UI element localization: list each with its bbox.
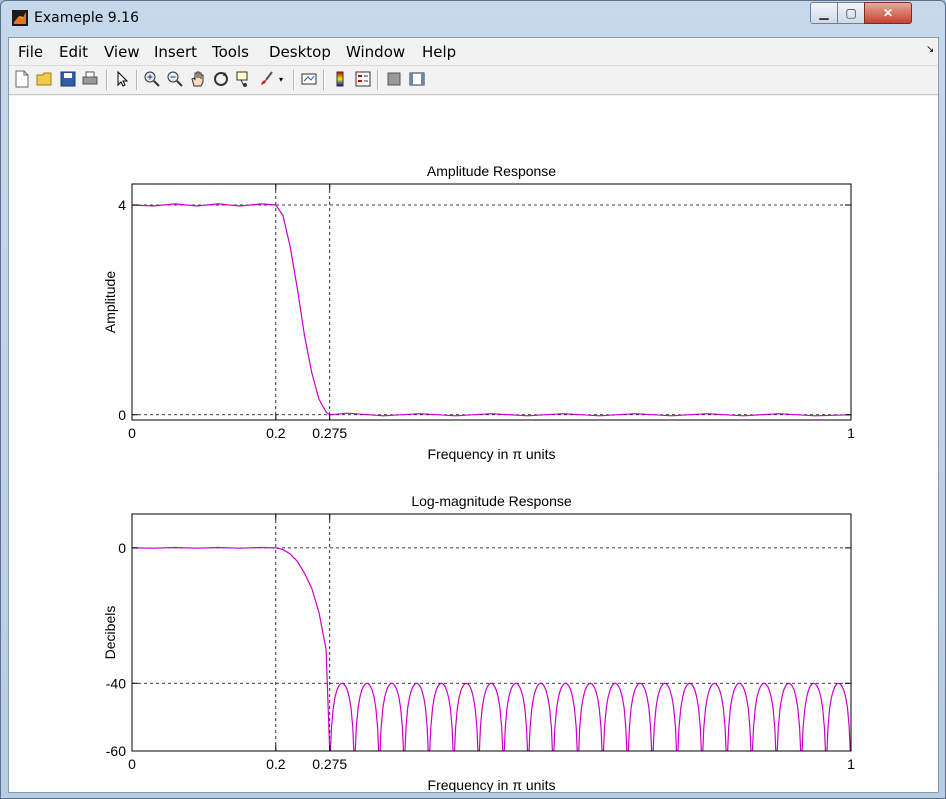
x-tick-label: 1: [847, 756, 855, 772]
minimize-button[interactable]: ▁: [810, 2, 838, 24]
title-bar[interactable]: Exameple 9.16 ▁ ▢ ✕: [1, 1, 945, 35]
link-plot-icon[interactable]: [300, 70, 318, 88]
toolbar-separator: [136, 70, 138, 90]
toolbar: ▾: [9, 66, 938, 95]
y-tick-label: -40: [106, 675, 126, 691]
data-cursor-icon[interactable]: [235, 70, 253, 88]
save-icon[interactable]: [59, 70, 77, 88]
plots-svg: 0 0.2 0.275 1 0 4 Amplitude Response Frequency …: [102, 163, 855, 793]
menu-dock-arrow-icon[interactable]: ↘: [926, 44, 934, 55]
print-icon[interactable]: [81, 70, 99, 88]
open-folder-icon[interactable]: [36, 70, 54, 88]
x-tick-label: 0: [128, 425, 136, 441]
y-tick-label: 4: [118, 197, 126, 213]
show-plot-tools-icon[interactable]: [408, 70, 426, 88]
menu-desktop[interactable]: Desktop: [269, 43, 331, 61]
x-tick-label: 0.275: [312, 425, 347, 441]
x-axis-label: Frequency in π units: [428, 446, 556, 462]
legend-icon[interactable]: [354, 70, 372, 88]
colorbar-icon[interactable]: [331, 70, 349, 88]
pan-hand-icon[interactable]: [189, 70, 207, 88]
client-area: File Edit View Insert Tools Desktop Wind…: [8, 37, 939, 793]
menu-window[interactable]: Window: [346, 43, 405, 61]
zoom-out-icon[interactable]: [166, 70, 184, 88]
menu-tools[interactable]: Tools: [212, 43, 249, 61]
y-tick-label: 0: [118, 540, 126, 556]
hide-plot-tools-icon[interactable]: [385, 70, 403, 88]
menu-file[interactable]: File: [18, 43, 43, 61]
x-tick-label: 0.275: [312, 756, 347, 772]
menu-bar: File Edit View Insert Tools Desktop Wind…: [9, 38, 938, 66]
y-tick-label: -60: [106, 743, 126, 759]
y-axis-label: Amplitude: [102, 271, 118, 333]
menu-insert[interactable]: Insert: [154, 43, 197, 61]
x-tick-label: 0: [128, 756, 136, 772]
figure-canvas: 0 0.2 0.275 1 0 4 Amplitude Response Frequency …: [9, 96, 938, 793]
y-axis-label: Decibels: [102, 606, 118, 660]
y-tick-label: 0: [118, 407, 126, 423]
toolbar-separator: [293, 70, 295, 90]
menu-help[interactable]: Help: [422, 43, 456, 61]
close-icon: ✕: [882, 6, 894, 20]
menu-edit[interactable]: Edit: [59, 43, 88, 61]
rotate-3d-icon[interactable]: [212, 70, 230, 88]
pointer-icon[interactable]: [113, 70, 131, 88]
x-tick-label: 0.2: [266, 425, 286, 441]
brush-dropdown-icon[interactable]: ▾: [279, 75, 287, 84]
x-tick-label: 0.2: [266, 756, 286, 772]
figure-window: Exameple 9.16 ▁ ▢ ✕ File Edit View Inser…: [0, 0, 946, 799]
plot-area-1: [132, 184, 851, 420]
chart-title: Log-magnitude Response: [411, 493, 572, 509]
menu-view[interactable]: View: [104, 43, 140, 61]
x-axis-label: Frequency in π units: [428, 777, 556, 792]
window-title: Exameple 9.16: [34, 10, 139, 26]
maximize-button[interactable]: ▢: [837, 2, 865, 24]
new-file-icon[interactable]: [13, 70, 31, 88]
maximize-icon: ▢: [845, 6, 857, 20]
zoom-in-icon[interactable]: [143, 70, 161, 88]
plot-area-2: [132, 514, 851, 751]
toolbar-separator: [377, 70, 379, 90]
toolbar-separator: [323, 70, 325, 90]
toolbar-separator: [106, 70, 108, 90]
minimize-icon: ▁: [819, 6, 829, 20]
chart-title: Amplitude Response: [427, 163, 556, 179]
close-button[interactable]: ✕: [864, 2, 912, 24]
matlab-app-icon: [12, 10, 28, 26]
x-tick-label: 1: [847, 425, 855, 441]
brush-icon[interactable]: [258, 70, 276, 88]
